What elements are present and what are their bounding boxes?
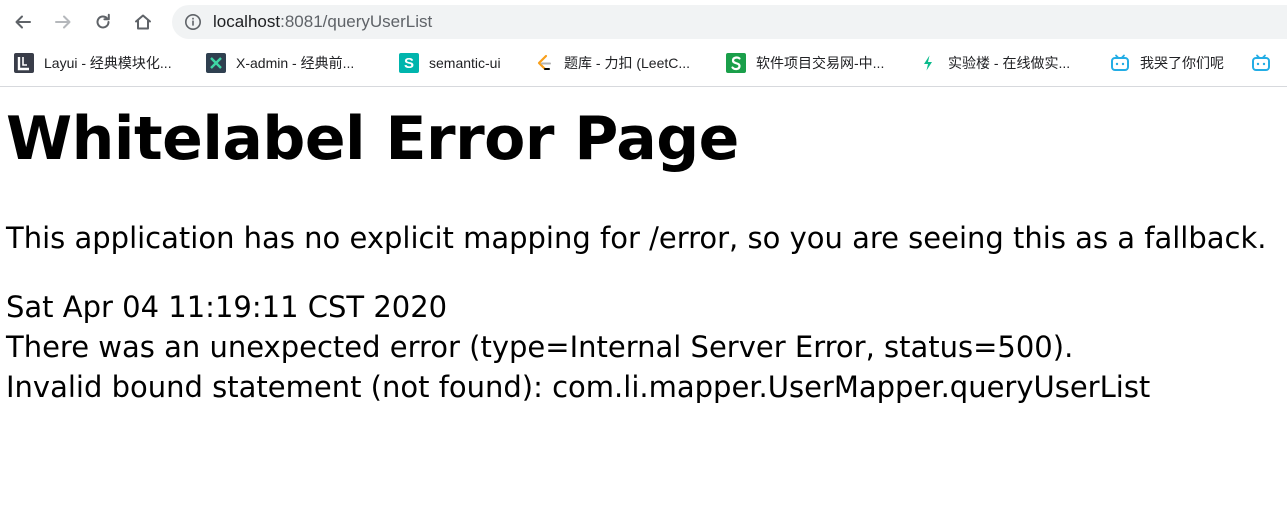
intro-message: This application has no explicit mapping… (6, 221, 1267, 255)
forward-arrow-icon (55, 15, 71, 29)
forward-button[interactable] (49, 8, 77, 36)
bookmark-semantic-ui[interactable]: S semantic-ui (399, 52, 501, 74)
back-arrow-icon (15, 15, 31, 29)
navigation-bar: localhost:8081/queryUserList (0, 0, 1287, 44)
bookmark-label: 我哭了你们呢 (1140, 55, 1224, 71)
bookmark-bilibili[interactable]: 我哭了你们呢 (1110, 52, 1224, 74)
reload-button[interactable] (89, 8, 117, 36)
proginn-icon (726, 53, 746, 73)
address-bar[interactable]: localhost:8081/queryUserList (172, 5, 1287, 39)
reload-icon (96, 13, 110, 29)
bilibili-icon (1251, 53, 1271, 73)
url-text[interactable]: localhost:8081/queryUserList (213, 12, 432, 32)
home-button[interactable] (129, 8, 157, 36)
info-icon[interactable] (184, 13, 202, 31)
leetcode-icon (534, 53, 554, 73)
bookmark-x-admin[interactable]: X-admin - 经典前... (206, 52, 354, 74)
bookmark-label: semantic-ui (429, 55, 501, 71)
bookmarks-bar: Layui - 经典模块化... X-admin - 经典前... S sema… (0, 48, 1287, 78)
bookmark-label: 题库 - 力扣 (LeetC... (564, 55, 691, 71)
error-detail: Invalid bound statement (not found): com… (6, 370, 1151, 404)
error-type-line: There was an unexpected error (type=Inte… (6, 330, 1074, 364)
url-host: localhost (213, 12, 281, 31)
home-icon (135, 14, 151, 30)
url-path: :8081/queryUserList (280, 12, 433, 31)
semantic-ui-icon: S (399, 53, 419, 73)
bookmark-label: 软件项目交易网-中... (756, 55, 885, 71)
layui-icon (14, 53, 34, 73)
page-title: Whitelabel Error Page (6, 104, 739, 174)
bookmark-layui[interactable]: Layui - 经典模块化... (14, 52, 172, 74)
bilibili-icon (1110, 53, 1130, 73)
browser-chrome: localhost:8081/queryUserList Layui - 经典模… (0, 0, 1287, 87)
bookmark-shiyanlou[interactable]: 实验楼 - 在线做实... (918, 52, 1070, 74)
bookmark-label: X-admin - 经典前... (236, 55, 355, 71)
bookmark-label: Layui - 经典模块化... (44, 55, 172, 71)
bookmark-bilibili-2[interactable] (1251, 52, 1281, 74)
bookmark-proginn[interactable]: 软件项目交易网-中... (726, 52, 884, 74)
error-timestamp: Sat Apr 04 11:19:11 CST 2020 (6, 290, 448, 324)
bookmark-label: 实验楼 - 在线做实... (948, 55, 1071, 71)
bookmark-leetcode[interactable]: 题库 - 力扣 (LeetC... (534, 52, 690, 74)
x-admin-icon (206, 53, 226, 73)
shiyanlou-icon (918, 53, 938, 73)
back-button[interactable] (9, 8, 37, 36)
